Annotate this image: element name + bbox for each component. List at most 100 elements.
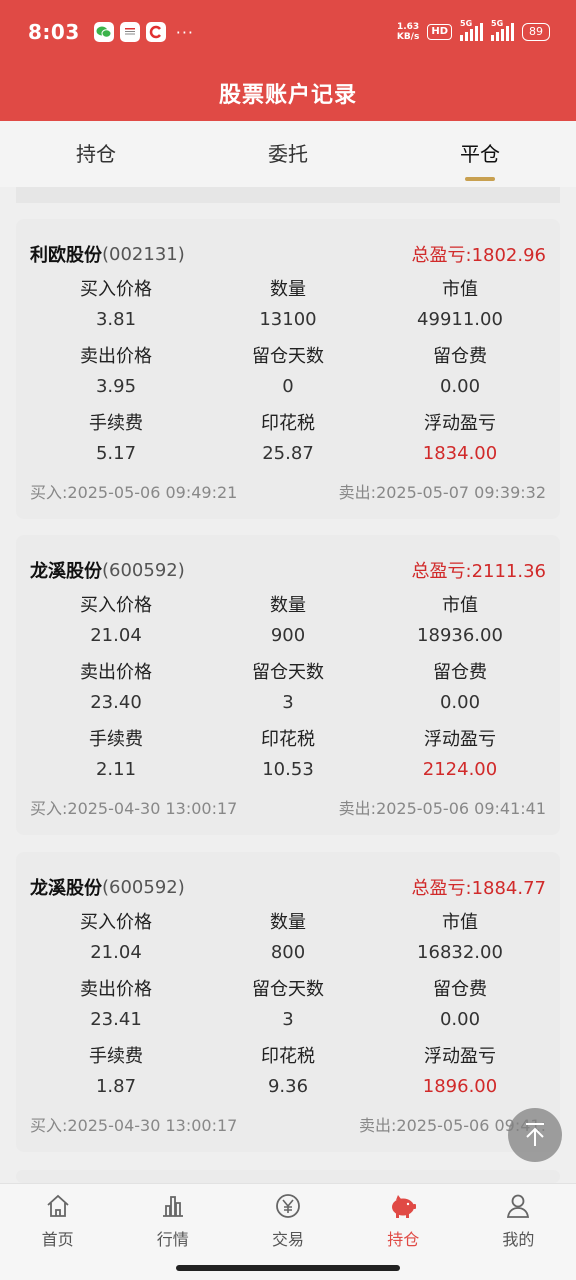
battery-level: 89 <box>529 25 543 38</box>
status-bar: 8:03 ··· 1.63 KB/s HD 5G 5G 89 <box>0 0 576 64</box>
float-pl-label: 浮动盈亏 <box>424 729 496 750</box>
market-value-value: 49911.00 <box>417 309 503 330</box>
user-icon <box>507 1194 530 1218</box>
total-profit: 总盈亏:1802.96 <box>411 245 547 266</box>
stamp-tax-value: 25.87 <box>262 443 314 464</box>
quantity-value: 900 <box>270 625 306 646</box>
position-card[interactable]: 利欧股份 (002131) 总盈亏:1802.96 买入价格 3.81 数量 131… <box>16 219 560 519</box>
hold-fee-value: 0.00 <box>439 1009 481 1030</box>
sell-price-value: 23.40 <box>90 692 142 713</box>
sell-price-value: 3.95 <box>95 376 137 397</box>
quantity-label: 数量 <box>270 279 306 300</box>
card-footer: 买入:2025-05-06 09:49:21 卖出:2025-05-07 09:… <box>30 479 546 503</box>
hold-fee-label: 留仓费 <box>433 346 487 367</box>
active-tab-indicator <box>465 177 495 181</box>
home-icon <box>46 1194 69 1217</box>
quantity-value: 800 <box>270 942 306 963</box>
tab-divider <box>16 187 560 203</box>
stock-code: (002131) <box>102 243 185 265</box>
battery-icon: 89 <box>522 23 550 41</box>
wechat-icon <box>93 22 114 42</box>
stock-name: 龙溪股份 <box>30 561 102 582</box>
hold-days-label: 留仓天数 <box>252 662 324 683</box>
card-details: 买入价格 21.04 数量 900 市值 18936.00 卖出价格 23.40 留仓天… <box>30 591 546 792</box>
position-card[interactable]: 龙溪股份 (600592) 总盈亏:2111.36 买入价格 21.04 数量 90… <box>16 535 560 835</box>
tab-holdings[interactable]: 持仓 <box>0 121 192 187</box>
stamp-tax-label: 印花税 <box>261 413 315 434</box>
sell-price-value: 23.41 <box>90 1009 142 1030</box>
sell-price-label: 卖出价格 <box>80 346 152 367</box>
hold-days-value: 3 <box>282 1009 294 1030</box>
nav-profile[interactable]: 我的 <box>461 1184 576 1280</box>
float-pl-value: 2124.00 <box>422 759 498 780</box>
nav-holdings-label: 持仓 <box>387 1230 420 1249</box>
buy-price-value: 21.04 <box>90 942 142 963</box>
piggy-bank-icon <box>392 1195 417 1218</box>
quantity-label: 数量 <box>270 912 306 933</box>
commission-value: 1.87 <box>95 1076 137 1097</box>
stamp-tax-value: 10.53 <box>262 759 314 780</box>
hold-fee-value: 0.00 <box>439 692 481 713</box>
quantity-value: 13100 <box>259 309 317 330</box>
status-time: 8:03 <box>28 20 80 44</box>
nav-market-label: 行情 <box>156 1230 189 1249</box>
card-footer: 买入:2025-04-30 13:00:17 卖出:2025-05-06 09:… <box>30 795 546 819</box>
next-card-peek <box>16 1170 560 1183</box>
buy-price-value: 3.81 <box>95 309 137 330</box>
nav-home[interactable]: 首页 <box>0 1184 115 1280</box>
position-card[interactable]: 龙溪股份 (600592) 总盈亏:1884.77 买入价格 21.04 数量 80… <box>16 852 560 1152</box>
tab-orders[interactable]: 委托 <box>192 121 384 187</box>
buy-price-label: 买入价格 <box>80 279 152 300</box>
hold-fee-value: 0.00 <box>439 376 481 397</box>
stock-code: (600592) <box>102 559 185 581</box>
stock-name: 龙溪股份 <box>30 878 102 899</box>
signal-2-label: 5G <box>491 19 504 28</box>
home-indicator[interactable] <box>176 1265 400 1271</box>
card-header: 利欧股份 (002131) 总盈亏:1802.96 <box>30 237 546 271</box>
stamp-tax-label: 印花税 <box>261 729 315 750</box>
nav-trade-label: 交易 <box>272 1230 305 1249</box>
tab-closed[interactable]: 平仓 <box>384 121 576 187</box>
tab-bar: 持仓 委托 平仓 <box>0 121 576 187</box>
hold-fee-label: 留仓费 <box>433 979 487 1000</box>
network-speed: 1.63 KB/s <box>397 22 419 42</box>
yen-icon <box>276 1194 300 1218</box>
signal-1-label: 5G <box>460 19 473 28</box>
signal-1-icon: 5G <box>460 19 483 41</box>
card-header: 龙溪股份 (600592) 总盈亏:2111.36 <box>30 553 546 587</box>
chart-icon <box>162 1196 183 1217</box>
buy-time: 买入:2025-04-30 13:00:17 <box>30 799 238 818</box>
nav-home-label: 首页 <box>41 1230 74 1249</box>
hold-days-label: 留仓天数 <box>252 346 324 367</box>
stock-name: 利欧股份 <box>30 245 102 266</box>
commission-label: 手续费 <box>89 413 143 434</box>
sell-price-label: 卖出价格 <box>80 979 152 1000</box>
buy-price-label: 买入价格 <box>80 595 152 616</box>
status-right: 1.63 KB/s HD 5G 5G 89 <box>397 19 550 42</box>
sell-price-label: 卖出价格 <box>80 662 152 683</box>
news-app-icon <box>119 22 140 42</box>
stamp-tax-value: 9.36 <box>267 1076 309 1097</box>
commission-label: 手续费 <box>89 1046 143 1067</box>
total-profit: 总盈亏:2111.36 <box>411 561 547 582</box>
card-footer: 买入:2025-04-30 13:00:17 卖出:2025-05-06 09:… <box>30 1112 546 1136</box>
hold-days-value: 3 <box>282 692 294 713</box>
market-value-value: 16832.00 <box>417 942 503 963</box>
more-notifications-icon: ··· <box>175 22 195 42</box>
card-details: 买入价格 3.81 数量 13100 市值 49911.00 卖出价格 3.95 留仓天… <box>30 275 546 476</box>
speed-unit: KB/s <box>396 32 420 42</box>
speed-value: 1.63 <box>396 22 420 32</box>
float-pl-label: 浮动盈亏 <box>424 1046 496 1067</box>
market-value-label: 市值 <box>442 279 478 300</box>
scroll-to-top-button[interactable] <box>508 1108 562 1162</box>
stamp-tax-label: 印花税 <box>261 1046 315 1067</box>
float-pl-label: 浮动盈亏 <box>424 413 496 434</box>
signal-2-icon: 5G <box>491 19 514 41</box>
tab-orders-label: 委托 <box>268 142 308 166</box>
nav-profile-label: 我的 <box>502 1230 535 1249</box>
hd-badge: HD <box>427 24 452 40</box>
c-app-icon <box>145 22 166 42</box>
arrow-up-icon <box>526 1123 544 1146</box>
commission-value: 2.11 <box>95 759 137 780</box>
card-header: 龙溪股份 (600592) 总盈亏:1884.77 <box>30 870 546 904</box>
